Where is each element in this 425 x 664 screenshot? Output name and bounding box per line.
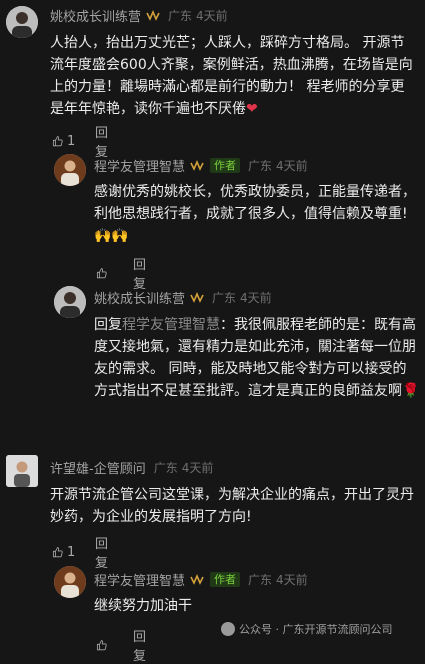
reply-button[interactable]: 回复 <box>95 533 113 571</box>
avatar[interactable] <box>54 566 86 598</box>
rose-emoji: 🌹 <box>402 383 420 399</box>
avatar[interactable] <box>54 286 86 318</box>
watermark-text: 公众号 · 广东开源节流顾问公司 <box>239 623 393 636</box>
comment-location: 广东 <box>248 159 273 173</box>
avatar[interactable] <box>6 6 38 38</box>
like-icon[interactable] <box>96 637 107 653</box>
avatar[interactable] <box>54 154 86 186</box>
comment-location: 广东 <box>153 461 178 475</box>
reply-prefix: 回复 <box>94 317 122 333</box>
comment-location: 广东 <box>168 9 193 23</box>
reply-button[interactable]: 回复 <box>133 254 151 292</box>
like-icon[interactable] <box>96 265 107 281</box>
like-icon[interactable] <box>52 544 63 560</box>
commenter-name[interactable]: 程学友管理智慧 <box>94 156 185 175</box>
heart-emoji: ❤ <box>246 101 258 117</box>
comment-location: 广东 <box>212 291 237 305</box>
comment-text: 继续努力加油干 <box>94 598 192 614</box>
reply-target-link[interactable]: 程学友管理智慧 <box>122 317 220 333</box>
comment-time: 4天前 <box>276 573 308 587</box>
comment-time: 4天前 <box>276 159 308 173</box>
comment-text: 人抬人，抬出万丈光芒；人踩人，踩碎方寸格局。 开源节流年度盛会600人齐聚，案例… <box>50 35 413 117</box>
commenter-name[interactable]: 姚校成长训练营 <box>50 6 141 25</box>
crown-icon <box>190 573 204 585</box>
author-badge: 作者 <box>210 572 241 587</box>
comment-text: 开源节流企管公司这堂课，为解决企业的痛点，开出了灵丹妙药，为企业的发展指明了方向… <box>50 487 414 525</box>
comment-time: 4天前 <box>240 291 272 305</box>
crown-icon <box>190 159 204 171</box>
comment-time: 4天前 <box>181 461 214 475</box>
commenter-name[interactable]: 程学友管理智慧 <box>94 570 185 589</box>
like-count: 1 <box>67 133 76 149</box>
reply-button[interactable]: 回复 <box>95 122 113 160</box>
reply-button[interactable]: 回复 <box>133 626 151 664</box>
crown-icon <box>146 9 160 21</box>
comment-text: 感谢优秀的姚校长，优秀政协委员，正能量传递者，利他思想践行者，成就了很多人，值得… <box>94 184 416 222</box>
clapping-emoji: 🙌🙌 <box>94 228 129 244</box>
crown-icon <box>190 291 204 303</box>
comment-location: 广东 <box>248 573 273 587</box>
commenter-name[interactable]: 姚校成长训练营 <box>94 288 185 307</box>
author-badge: 作者 <box>210 158 241 173</box>
avatar[interactable] <box>6 455 38 487</box>
comment-time: 4天前 <box>196 9 228 23</box>
watermark: 公众号 · 广东开源节流顾问公司 <box>221 621 393 637</box>
wechat-official-account-icon <box>221 622 235 636</box>
commenter-name[interactable]: 许望雄-企管顾问 <box>50 458 146 477</box>
like-count: 1 <box>67 544 76 560</box>
like-icon[interactable] <box>52 133 63 149</box>
